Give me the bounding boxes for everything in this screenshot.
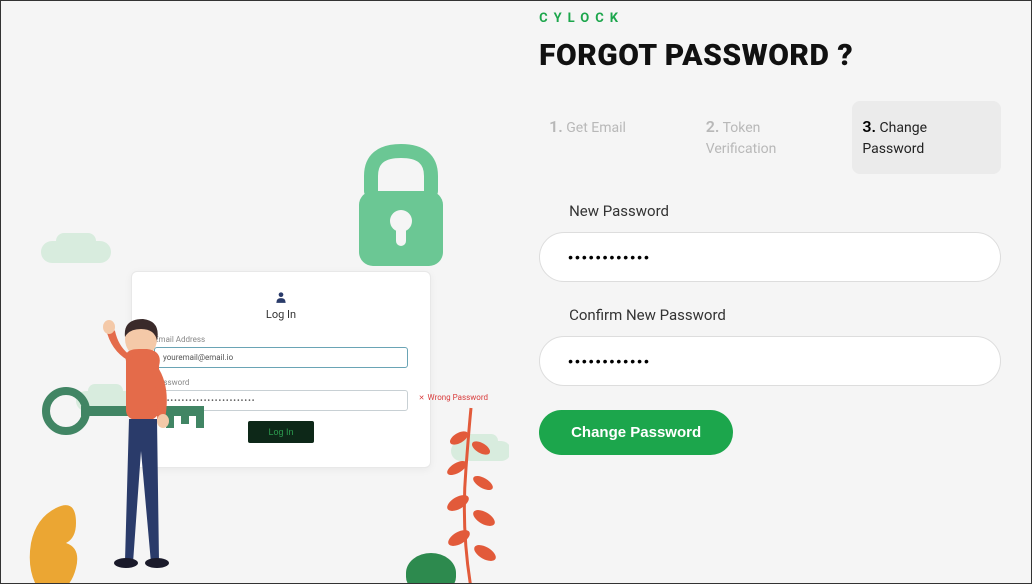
illustration-panel: Log In Email Address youremail@email.io … xyxy=(1,1,509,583)
confirm-password-label: Confirm New Password xyxy=(539,306,1001,324)
step-get-email[interactable]: 1. Get Email xyxy=(539,101,688,174)
step-number: 1. xyxy=(549,117,563,136)
lock-icon xyxy=(341,141,461,281)
user-icon xyxy=(274,290,288,304)
steps-container: 1. Get Email 2. Token Verification 3. Ch… xyxy=(539,101,1001,174)
step-number: 3. xyxy=(862,117,876,136)
person-illustration xyxy=(81,311,201,571)
page-title: FORGOT PASSWORD ? xyxy=(539,38,1001,73)
cloud-decor xyxy=(41,241,111,263)
step-number: 2. xyxy=(706,117,720,136)
plant-decor xyxy=(431,388,509,583)
step-change-password[interactable]: 3. Change Password xyxy=(852,101,1001,174)
new-password-label: New Password xyxy=(539,202,1001,220)
step-label: Get Email xyxy=(566,120,626,136)
brand-name: CYLOCK xyxy=(539,11,1001,26)
form-panel: CYLOCK FORGOT PASSWORD ? 1. Get Email 2.… xyxy=(509,1,1031,583)
change-password-button[interactable]: Change Password xyxy=(539,410,733,455)
new-password-input[interactable] xyxy=(539,232,1001,282)
login-button-illustration: Log In xyxy=(248,421,313,443)
step-token-verification[interactable]: 2. Token Verification xyxy=(696,101,845,174)
confirm-password-input[interactable] xyxy=(539,336,1001,386)
